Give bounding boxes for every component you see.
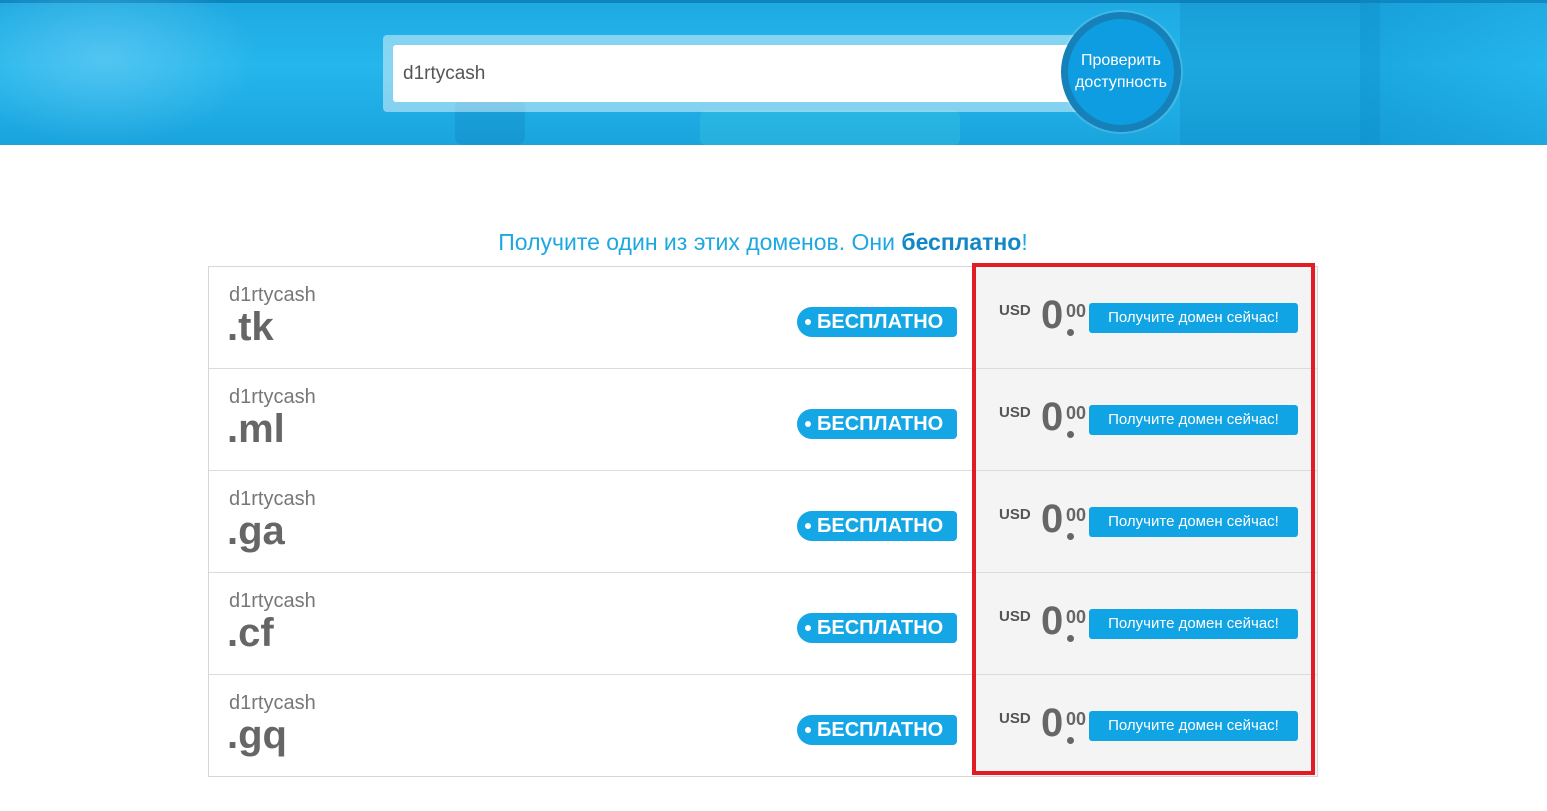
price-cell: USD 0 00 Получите домен сейчас! — [975, 675, 1317, 776]
free-badge: БЕСПЛАТНО — [797, 613, 957, 643]
free-badge: БЕСПЛАТНО — [797, 409, 957, 439]
free-badge-label: БЕСПЛАТНО — [817, 311, 944, 333]
heading-suffix: ! — [1021, 229, 1028, 255]
price-cell: USD 0 00 Получите домен сейчас! — [975, 471, 1317, 572]
domain-search-input[interactable] — [393, 45, 1073, 102]
price-cents: 00 — [1066, 301, 1087, 321]
get-domain-button[interactable]: Получите домен сейчас! — [1089, 609, 1298, 639]
currency-label: USD — [999, 506, 1031, 523]
decimal-dot — [1067, 431, 1074, 438]
domain-list: d1rtycash .tk БЕСПЛАТНО USD 0 00 Получит… — [208, 266, 1318, 777]
price-cents: 00 — [1066, 607, 1087, 627]
background-decoration — [1360, 0, 1547, 145]
domain-row: d1rtycash .gq БЕСПЛАТНО USD 0 00 Получит… — [209, 675, 1317, 777]
domain-name: d1rtycash — [229, 692, 316, 714]
price-cents: 00 — [1066, 403, 1087, 423]
decimal-dot — [1067, 737, 1074, 744]
bullet-icon — [805, 421, 811, 427]
domain-row: d1rtycash .ml БЕСПЛАТНО USD 0 00 Получит… — [209, 369, 1317, 471]
decimal-dot — [1067, 329, 1074, 336]
get-domain-button[interactable]: Получите домен сейчас! — [1089, 303, 1298, 333]
bullet-icon — [805, 727, 811, 733]
price-cents: 00 — [1066, 505, 1087, 525]
domain-tld: .tk — [227, 305, 274, 349]
currency-label: USD — [999, 302, 1031, 319]
currency-label: USD — [999, 710, 1031, 727]
price-whole: 0 — [1041, 701, 1064, 745]
price-cell: USD 0 00 Получите домен сейчас! — [975, 369, 1317, 470]
domain-row: d1rtycash .cf БЕСПЛАТНО USD 0 00 Получит… — [209, 573, 1317, 675]
heading-bold: бесплатно — [901, 229, 1022, 255]
free-badge: БЕСПЛАТНО — [797, 511, 957, 541]
section-heading: Получите один из этих доменов. Они беспл… — [0, 229, 1526, 256]
bullet-icon — [805, 523, 811, 529]
free-badge-label: БЕСПЛАТНО — [817, 515, 944, 537]
get-domain-button[interactable]: Получите домен сейчас! — [1089, 405, 1298, 435]
search-box — [383, 35, 1083, 112]
price-whole: 0 — [1041, 599, 1064, 643]
domain-tld: .ml — [227, 407, 285, 451]
domain-tld: .gq — [227, 713, 287, 757]
domain-row: d1rtycash .ga БЕСПЛАТНО USD 0 00 Получит… — [209, 471, 1317, 573]
domain-name: d1rtycash — [229, 488, 316, 510]
check-availability-button[interactable]: Проверить доступность — [1061, 12, 1181, 132]
domain-name: d1rtycash — [229, 386, 316, 408]
price-whole: 0 — [1041, 497, 1064, 541]
currency-label: USD — [999, 404, 1031, 421]
bullet-icon — [805, 625, 811, 631]
currency-label: USD — [999, 608, 1031, 625]
domain-name: d1rtycash — [229, 590, 316, 612]
decimal-dot — [1067, 533, 1074, 540]
domain-tld: .cf — [227, 611, 274, 655]
background-decoration — [0, 0, 260, 145]
price-whole: 0 — [1041, 395, 1064, 439]
check-button-line1: Проверить — [1080, 52, 1161, 69]
domain-name: d1rtycash — [229, 284, 316, 306]
decimal-dot — [1067, 635, 1074, 642]
free-badge: БЕСПЛАТНО — [797, 715, 957, 745]
background-decoration — [1180, 0, 1380, 145]
free-badge-label: БЕСПЛАТНО — [817, 617, 944, 639]
get-domain-button[interactable]: Получите домен сейчас! — [1089, 711, 1298, 741]
free-badge: БЕСПЛАТНО — [797, 307, 957, 337]
get-domain-button[interactable]: Получите домен сейчас! — [1089, 507, 1298, 537]
price-cell: USD 0 00 Получите домен сейчас! — [975, 267, 1317, 368]
domain-row: d1rtycash .tk БЕСПЛАТНО USD 0 00 Получит… — [209, 267, 1317, 369]
background-decoration — [700, 110, 960, 145]
bullet-icon — [805, 319, 811, 325]
hero-banner: Проверить доступность — [0, 0, 1547, 145]
free-badge-label: БЕСПЛАТНО — [817, 719, 944, 741]
price-cell: USD 0 00 Получите домен сейчас! — [975, 573, 1317, 674]
check-button-line2: доступность — [1075, 74, 1167, 91]
heading-text: Получите один из этих доменов. Они — [498, 229, 902, 255]
domain-tld: .ga — [227, 509, 285, 553]
price-cents: 00 — [1066, 709, 1087, 729]
price-whole: 0 — [1041, 293, 1064, 337]
free-badge-label: БЕСПЛАТНО — [817, 413, 944, 435]
